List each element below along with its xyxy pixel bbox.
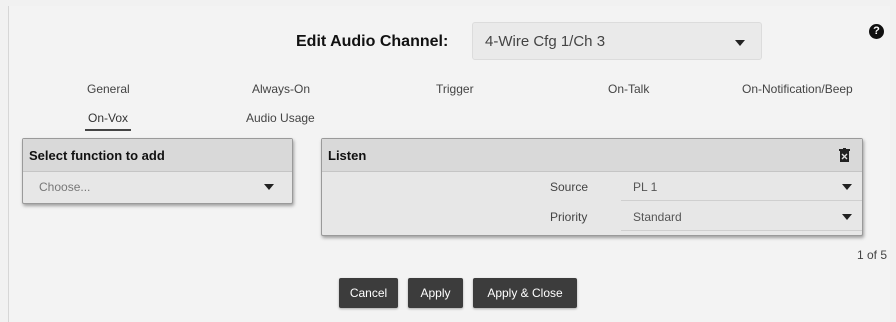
listen-panel: Listen Source PL 1 Priority Standard [321,138,863,236]
tab-on-talk[interactable]: On-Talk [608,82,649,96]
help-icon[interactable]: ? [869,24,884,39]
tab-trigger[interactable]: Trigger [436,82,474,96]
tab-always-on[interactable]: Always-On [252,82,310,96]
listen-panel-header: Listen [322,139,862,172]
source-label: Source [550,180,589,194]
tab-audio-usage[interactable]: Audio Usage [246,111,315,125]
chevron-down-icon [735,40,745,46]
apply-button[interactable]: Apply [408,278,463,308]
priority-row: Priority Standard [322,202,862,232]
source-select[interactable]: PL 1 [621,173,862,201]
function-select[interactable]: Choose... [23,172,292,202]
tab-on-vox[interactable]: On-Vox [84,111,132,131]
dialog-title: Edit Audio Channel: [296,33,449,50]
channel-select-value: 4-Wire Cfg 1/Ch 3 [485,32,606,50]
priority-label: Priority [550,210,588,224]
cancel-button[interactable]: Cancel [339,278,398,308]
source-row: Source PL 1 [322,172,862,202]
apply-close-button[interactable]: Apply & Close [473,278,577,308]
priority-select[interactable]: Standard [621,203,862,231]
listen-panel-title: Listen [328,148,367,163]
function-select-placeholder: Choose... [39,180,91,194]
tab-general[interactable]: General [87,82,130,96]
chevron-down-icon [842,214,852,220]
select-function-title: Select function to add [23,139,292,172]
tab-on-notification-beep[interactable]: On-Notification/Beep [742,82,853,96]
select-function-panel: Select function to add Choose... [22,138,293,204]
trash-icon[interactable] [839,148,850,162]
chevron-down-icon [842,184,852,190]
channel-select[interactable]: 4-Wire Cfg 1/Ch 3 [472,22,762,60]
source-value: PL 1 [633,180,658,194]
chevron-down-icon [264,184,274,190]
page-indicator: 1 of 5 [857,248,888,262]
priority-value: Standard [633,210,682,224]
